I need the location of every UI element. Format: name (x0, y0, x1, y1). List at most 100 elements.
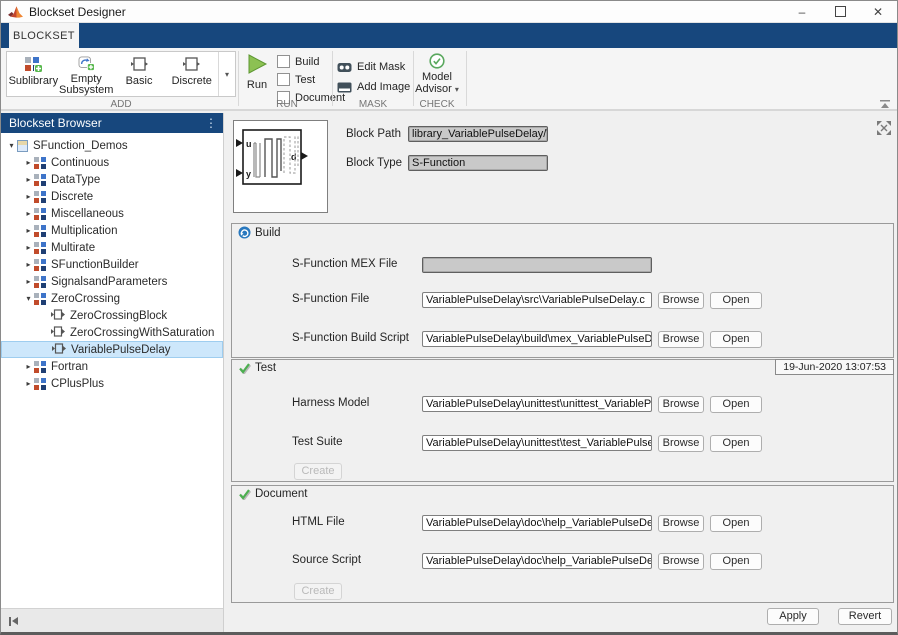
panel-menu-icon[interactable]: ⋮ (205, 113, 217, 133)
sublib-icon (34, 293, 46, 305)
test-create-button[interactable]: Create (294, 463, 342, 480)
window-controls: – ✕ (783, 1, 897, 22)
tree-item-multirate[interactable]: ▸Multirate (1, 239, 223, 256)
tab-blockset[interactable]: BLOCKSET (9, 23, 79, 48)
collapse-ribbon-icon[interactable] (879, 100, 891, 109)
open-button[interactable]: Open (710, 396, 762, 413)
tree-item-zerocrossingwithsaturation[interactable]: ZeroCrossingWithSaturation (1, 324, 223, 341)
add-sublibrary-button[interactable]: Sublibrary (7, 52, 60, 96)
mask-group-label: MASK (335, 99, 411, 110)
add-discrete-button[interactable]: Discrete (165, 52, 218, 96)
minimize-button[interactable]: – (783, 1, 821, 22)
tree-expander-icon[interactable]: ▾ (23, 294, 34, 303)
check-group-label: CHECK (411, 99, 463, 110)
field-label: S-Function File (292, 293, 369, 305)
tree-expander-icon[interactable]: ▸ (23, 243, 34, 252)
open-button[interactable]: Open (710, 292, 762, 309)
apply-button[interactable]: Apply (767, 608, 819, 625)
run-label: Run (247, 79, 267, 91)
test-suite-field[interactable]: VariablePulseDelay\unittest\test_Variabl… (422, 435, 652, 451)
maximize-button[interactable] (821, 1, 859, 22)
html-file-field[interactable]: VariablePulseDelay\doc\help_VariablePuls… (422, 515, 652, 531)
edit-mask-button[interactable]: Edit Mask (337, 57, 410, 77)
open-button[interactable]: Open (710, 435, 762, 452)
tree-item-fortran[interactable]: ▸Fortran (1, 358, 223, 375)
sublib-icon (34, 225, 46, 237)
tree-item-label: Continuous (51, 157, 109, 169)
tree-expander-icon[interactable]: ▾ (6, 141, 17, 150)
document-create-button[interactable]: Create (294, 583, 342, 600)
model-advisor-button[interactable]: Model Advisor ▾ (415, 53, 459, 96)
browse-button[interactable]: Browse (658, 553, 704, 570)
tree-expander-icon[interactable]: ▸ (23, 226, 34, 235)
test-checkbox-row[interactable]: Test (277, 71, 345, 88)
build-checkbox[interactable] (277, 55, 290, 68)
tree-item-continuous[interactable]: ▸ Continuous (1, 154, 223, 171)
sublib-icon (34, 378, 46, 390)
run-button[interactable]: Run (242, 53, 272, 91)
test-section-title: Test (255, 362, 276, 374)
browse-button[interactable]: Browse (658, 435, 704, 452)
tree-expander-icon[interactable]: ▸ (23, 209, 34, 218)
field-label: S-Function MEX File (292, 258, 397, 270)
test-row-0: Harness ModelVariablePulseDelay\unittest… (232, 396, 893, 413)
tree-item-datatype[interactable]: ▸ DataType (1, 171, 223, 188)
close-button[interactable]: ✕ (859, 1, 897, 22)
tree-item-zerocrossing[interactable]: ▾ZeroCrossing (1, 290, 223, 307)
tree-item-zerocrossingblock[interactable]: ZeroCrossingBlock (1, 307, 223, 324)
add-empty-subsystem-button[interactable]: Empty Subsystem (60, 52, 113, 96)
harness-model-field[interactable]: VariablePulseDelay\unittest\unittest_Var… (422, 396, 652, 412)
tree-expander-icon[interactable]: ▸ (23, 362, 34, 371)
block-icon (51, 326, 65, 340)
collapse-panel-icon[interactable] (9, 617, 18, 626)
tree-expander-icon[interactable]: ▸ (23, 260, 34, 269)
block-icon (52, 343, 66, 357)
tree-item-label: DataType (51, 174, 100, 186)
document-row-0: HTML File VariablePulseDelay\doc\help_Var… (232, 515, 893, 532)
revert-button[interactable]: Revert (838, 608, 892, 625)
tree-item-variablepulsedelay[interactable]: VariablePulseDelay (1, 341, 223, 358)
mask-group: Edit Mask Add Image (337, 57, 410, 97)
tree-expander-icon[interactable]: ▸ (23, 175, 34, 184)
browse-button[interactable]: Browse (658, 515, 704, 532)
tree-item-discrete[interactable]: ▸Discrete (1, 188, 223, 205)
tree-expander-icon[interactable]: ▸ (23, 277, 34, 286)
last-run-timestamp: 19-Jun-2020 13:07:53 (775, 359, 894, 375)
add-image-icon (337, 82, 352, 93)
sublib-icon (34, 208, 46, 220)
tree-item-miscellaneous[interactable]: ▸Miscellaneous (1, 205, 223, 222)
group-divider (332, 51, 333, 106)
s-function-build-script-field[interactable]: VariablePulseDelay\build\mex_VariablePul… (422, 331, 652, 347)
browse-button[interactable]: Browse (658, 396, 704, 413)
sublib-icon (34, 174, 46, 186)
browse-button[interactable]: Browse (658, 331, 704, 348)
tree-item-sfunction_demos[interactable]: ▾SFunction_Demos (1, 137, 223, 154)
tree-item-label: SFunctionBuilder (51, 259, 139, 271)
tree-item-sfunctionbuilder[interactable]: ▸ SFunctionBuilder (1, 256, 223, 273)
tree-item-multiplication[interactable]: ▸Multiplication (1, 222, 223, 239)
field-label: HTML File (292, 516, 345, 528)
add-basic-button[interactable]: Basic (113, 52, 166, 96)
test-checkbox[interactable] (277, 73, 290, 86)
chevron-down-icon: ▾ (225, 70, 229, 79)
build-checkbox-row[interactable]: Build (277, 53, 345, 70)
open-button[interactable]: Open (710, 331, 762, 348)
add-image-button[interactable]: Add Image (337, 77, 410, 97)
tree-expander-icon[interactable]: ▸ (23, 192, 34, 201)
test-row-1: Test SuiteVariablePulseDelay\unittest\te… (232, 435, 893, 452)
tree-expander-icon[interactable]: ▸ (23, 379, 34, 388)
tree-item-signalsandparameters[interactable]: ▸SignalsandParameters (1, 273, 223, 290)
tree-item-label: VariablePulseDelay (71, 344, 171, 356)
group-divider (238, 51, 239, 106)
browse-button[interactable]: Browse (658, 292, 704, 309)
open-button[interactable]: Open (710, 515, 762, 532)
tree-expander-icon[interactable]: ▸ (23, 158, 34, 167)
tree-item-cplusplus[interactable]: ▸CPlusPlus (1, 375, 223, 392)
s-function-file-field[interactable]: VariablePulseDelay\src\VariablePulseDela… (422, 292, 652, 308)
source-script-field[interactable]: VariablePulseDelay\doc\help_VariablePuls… (422, 553, 652, 569)
add-gallery-dropdown[interactable]: ▾ (218, 52, 235, 96)
sublib-icon (34, 276, 46, 288)
build-row-1: S-Function File VariablePulseDelay\src\Va… (232, 292, 893, 309)
expand-panel-icon[interactable] (877, 121, 891, 135)
open-button[interactable]: Open (710, 553, 762, 570)
